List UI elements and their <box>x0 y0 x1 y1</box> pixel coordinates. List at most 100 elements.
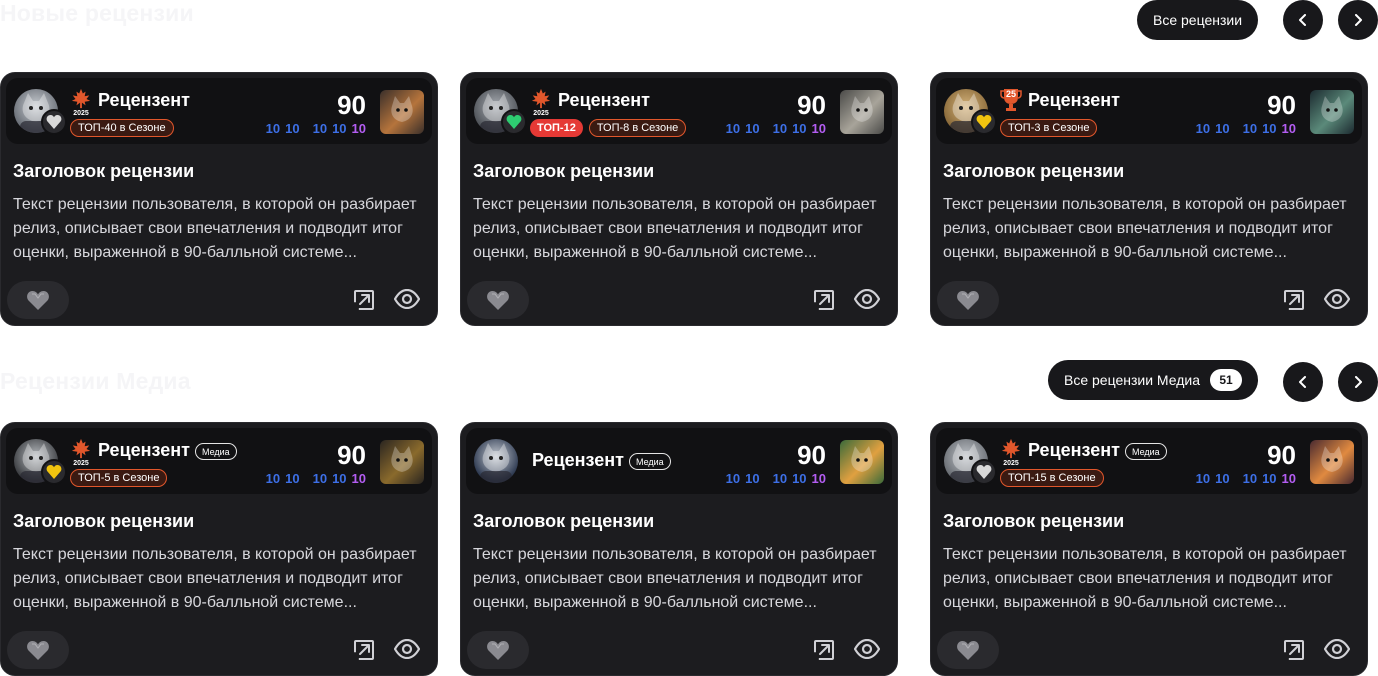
media-tag: Медиа <box>629 453 671 470</box>
share-button[interactable] <box>353 639 375 666</box>
review-title[interactable]: Заголовок рецензии <box>943 161 1124 182</box>
subscores: 10 10 10 10 10 <box>726 121 826 136</box>
review-card[interactable]: Рецензент Медиа 90 10 10 10 10 10 Заголовок реце… <box>460 422 898 676</box>
total-score: 90 <box>797 90 826 120</box>
all-media-reviews-button[interactable]: Все рецензии Медиа 51 <box>1048 360 1258 400</box>
season-year: 2025 <box>1003 460 1019 467</box>
media-tag: Медиа <box>195 443 237 460</box>
review-text: Текст рецензии пользователя, в которой о… <box>13 196 417 261</box>
release-cover[interactable] <box>840 90 884 134</box>
share-button[interactable] <box>1283 289 1305 316</box>
subscore: 10 <box>265 471 281 486</box>
review-title[interactable]: Заголовок рецензии <box>473 161 654 182</box>
rank-tag: ТОП-12 <box>530 119 583 137</box>
tag-list: ТОП-12 ТОП-8 в Сезоне <box>530 119 687 137</box>
prev-button[interactable] <box>1283 0 1323 40</box>
like-button[interactable] <box>7 631 69 669</box>
subscore: 10 <box>1281 121 1296 136</box>
share-button[interactable] <box>813 289 835 316</box>
section-title: Рецензии Медиа <box>0 368 191 394</box>
views-button[interactable] <box>393 638 421 664</box>
next-button[interactable] <box>1338 362 1378 402</box>
subscore: 10 <box>725 121 741 136</box>
review-title[interactable]: Заголовок рецензии <box>13 511 194 532</box>
tag-list: ТОП-3 в Сезоне <box>1000 119 1098 137</box>
heart-icon <box>487 641 509 660</box>
subscore: 10 <box>811 121 826 136</box>
username[interactable]: Рецензент <box>98 90 190 111</box>
username[interactable]: Рецензент <box>1028 440 1120 461</box>
like-button[interactable] <box>937 281 999 319</box>
username[interactable]: Рецензент <box>558 90 650 111</box>
prev-button[interactable] <box>1283 362 1323 402</box>
username[interactable]: Рецензент <box>98 440 190 461</box>
like-button[interactable] <box>937 631 999 669</box>
share-button[interactable] <box>353 289 375 316</box>
release-cover[interactable] <box>380 90 424 134</box>
username[interactable]: Рецензент <box>1028 90 1120 111</box>
views-button[interactable] <box>853 288 881 314</box>
like-button[interactable] <box>467 281 529 319</box>
subscore: 10 <box>1215 121 1230 136</box>
review-text: Текст рецензии пользователя, в которой о… <box>473 546 877 611</box>
maple-leaf-icon: 2025 <box>1000 438 1022 470</box>
trophy-icon: 25 <box>1000 88 1022 120</box>
review-card[interactable]: 2025 Рецензент Медиа ТОП-15 в Сезоне 90 10 10 1… <box>930 422 1368 676</box>
review-title[interactable]: Заголовок рецензии <box>473 511 654 532</box>
level-badge-icon <box>41 459 67 485</box>
cat-cover-icon <box>1321 96 1343 122</box>
subscore: 10 <box>772 121 788 136</box>
views-button[interactable] <box>853 638 881 664</box>
rank-tag: ТОП-5 в Сезоне <box>70 469 168 487</box>
subscore: 10 <box>351 471 366 486</box>
rank-tag: ТОП-40 в Сезоне <box>70 119 174 137</box>
share-arrow-icon <box>1284 640 1304 660</box>
release-cover[interactable] <box>1310 90 1354 134</box>
views-button[interactable] <box>1323 638 1351 664</box>
subscore: 10 <box>772 471 788 486</box>
review-card[interactable]: 2025 Рецензент ТОП-12 ТОП-8 в Сезоне 90 10 10 1… <box>460 72 898 326</box>
eye-icon <box>393 288 421 310</box>
review-card[interactable]: 2025 Рецензент Медиа ТОП-5 в Сезоне 90 10 10 10… <box>0 422 438 676</box>
media-tag: Медиа <box>1125 443 1167 460</box>
review-text: Текст рецензии пользователя, в которой о… <box>943 196 1347 261</box>
subscores: 10 10 10 10 10 <box>726 471 826 486</box>
avatar[interactable] <box>474 439 518 483</box>
review-card[interactable]: 2025 Рецензент ТОП-40 в Сезоне 90 10 10 10 10 10… <box>0 72 438 326</box>
cat-cover-icon <box>851 446 873 472</box>
subscore-gap <box>1235 121 1238 136</box>
release-cover[interactable] <box>380 440 424 484</box>
cat-avatar-icon <box>480 443 512 483</box>
like-button[interactable] <box>467 631 529 669</box>
all-reviews-button[interactable]: Все рецензии <box>1137 0 1259 40</box>
subscore: 10 <box>332 121 347 136</box>
section-title: Новые рецензии <box>0 0 194 26</box>
chevron-right-icon <box>1355 376 1362 388</box>
views-button[interactable] <box>1323 288 1351 314</box>
eye-icon <box>853 288 881 310</box>
review-title[interactable]: Заголовок рецензии <box>943 511 1124 532</box>
share-button[interactable] <box>813 639 835 666</box>
share-arrow-icon <box>1284 290 1304 310</box>
subscore: 10 <box>1215 471 1230 486</box>
card-header: 2025 Рецензент Медиа ТОП-15 в Сезоне 90 10 10 1… <box>936 428 1362 494</box>
level-badge-icon <box>971 459 997 485</box>
review-title[interactable]: Заголовок рецензии <box>13 161 194 182</box>
review-card[interactable]: 25 Рецензент ТОП-3 в Сезоне 90 10 10 10 10 10 Заг… <box>930 72 1368 326</box>
release-cover[interactable] <box>1310 440 1354 484</box>
username[interactable]: Рецензент <box>532 450 624 471</box>
total-score: 90 <box>1267 440 1296 470</box>
subscore-gap <box>305 471 308 486</box>
chevron-left-icon <box>1299 14 1306 26</box>
views-button[interactable] <box>393 288 421 314</box>
share-arrow-icon <box>814 640 834 660</box>
share-button[interactable] <box>1283 639 1305 666</box>
review-text: Текст рецензии пользователя, в которой о… <box>943 546 1347 611</box>
card-header: Рецензент Медиа 90 10 10 10 10 10 <box>466 428 892 494</box>
release-cover[interactable] <box>840 440 884 484</box>
subscore-gap <box>765 121 768 136</box>
like-button[interactable] <box>7 281 69 319</box>
tag-list: ТОП-5 в Сезоне <box>70 469 168 487</box>
subscore: 10 <box>312 121 328 136</box>
next-button[interactable] <box>1338 0 1378 40</box>
